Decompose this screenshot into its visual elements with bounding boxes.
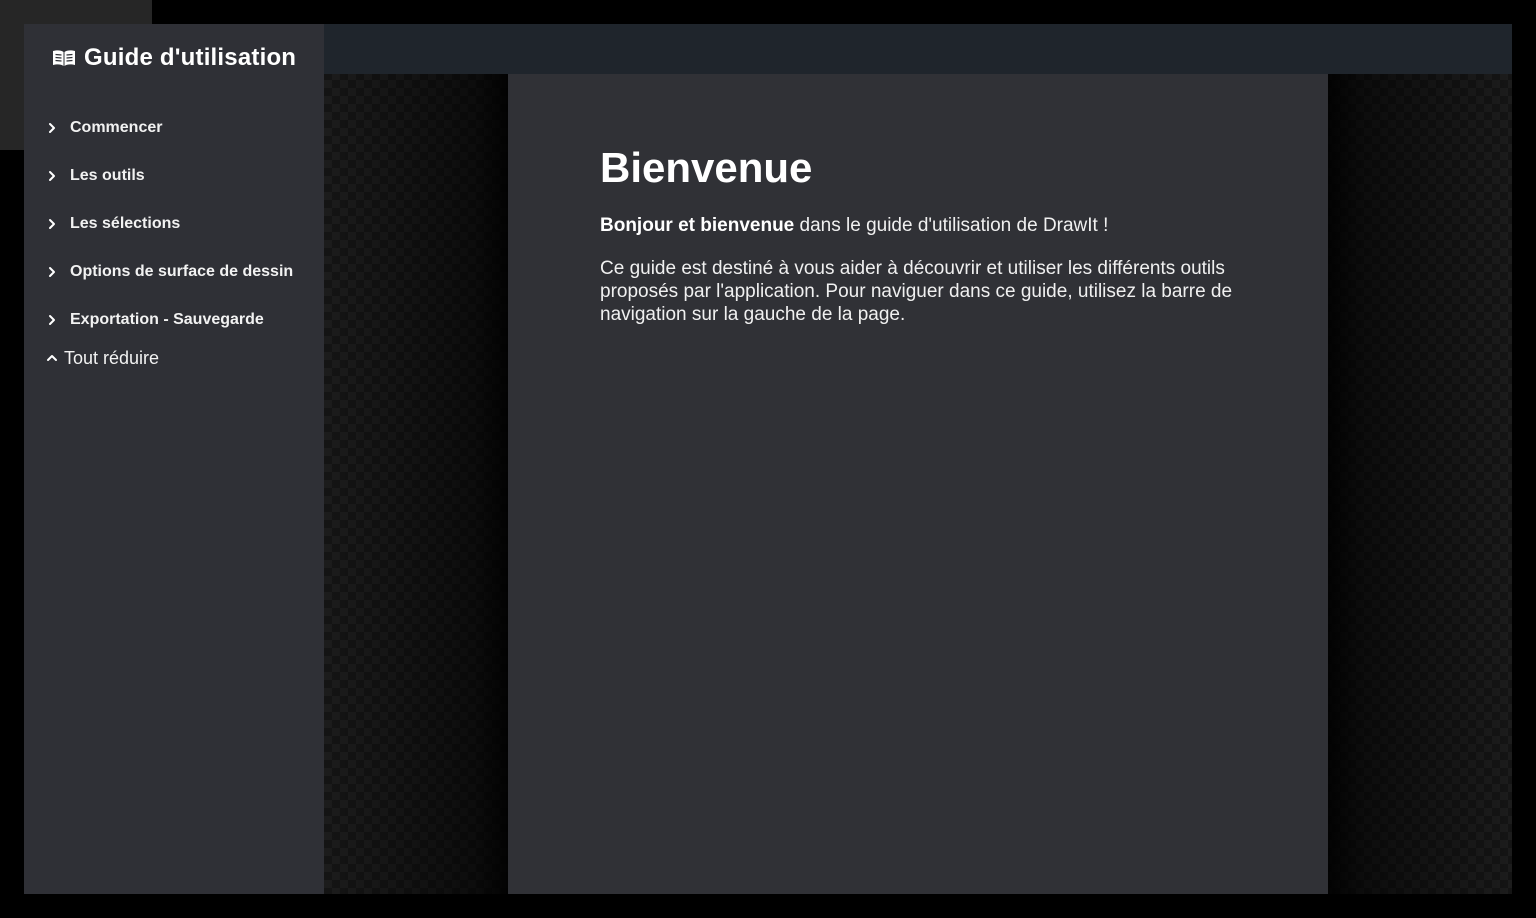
nav-item-label: Options de surface de dessin [70,263,294,280]
collapse-all-label: Tout réduire [64,347,160,368]
top-bar [324,24,1512,74]
nav-list: Commencer Les outils Les sélections Opti… [44,104,314,344]
sidebar-title: Guide d'utilisation [52,44,296,72]
nav-item-les-selections[interactable]: Les sélections [44,200,314,248]
nav-item-options-surface[interactable]: Options de surface de dessin [44,248,314,296]
intro-paragraph: Bonjour et bienvenue dans le guide d'uti… [600,214,1240,237]
nav-item-commencer[interactable]: Commencer [44,104,314,152]
nav-item-les-outils[interactable]: Les outils [44,152,314,200]
chevron-right-icon [49,219,55,229]
nav-item-label: Les outils [70,167,145,184]
intro-bold-text: Bonjour et bienvenue [600,215,795,236]
book-open-icon [53,50,75,66]
page-title: Bienvenue [600,144,813,191]
collapse-all-button[interactable]: Tout réduire [44,344,159,372]
content-body: Bienvenue Bonjour et bienvenue dans le g… [600,142,1240,326]
nav-item-label: Exportation - Sauvegarde [70,311,264,328]
sidebar-title-text: Guide d'utilisation [84,44,297,71]
nav-item-label: Les sélections [70,215,181,232]
intro-text: dans le guide d'utilisation de DrawIt ! [794,215,1109,236]
chevron-right-icon [49,123,55,133]
chevron-right-icon [49,315,55,325]
nav-item-exportation[interactable]: Exportation - Sauvegarde [44,296,314,344]
chevron-right-icon [49,267,55,277]
user-guide-dialog: Guide d'utilisation Commencer Les outils… [24,24,1512,894]
chevron-right-icon [49,171,55,181]
nav-item-label: Commencer [70,119,163,136]
main-area: Bienvenue Bonjour et bienvenue dans le g… [324,24,1512,894]
description-paragraph: Ce guide est destiné à vous aider à déco… [600,258,1233,325]
sidebar: Guide d'utilisation Commencer Les outils… [24,24,324,894]
content-panel: Bienvenue Bonjour et bienvenue dans le g… [508,74,1328,894]
chevron-up-icon [47,355,57,361]
